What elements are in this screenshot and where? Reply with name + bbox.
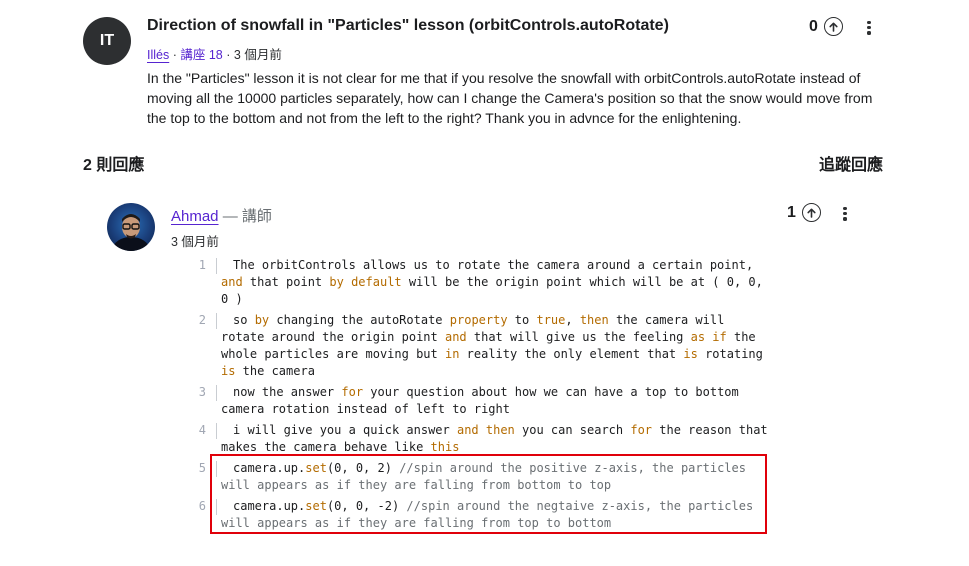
question-time: 3 個月前 <box>233 48 282 62</box>
reply-author-line: Ahmad — 講師 <box>171 205 272 226</box>
line-gutter-divider <box>216 385 217 401</box>
code-token: now the answer <box>233 385 342 399</box>
question-body: In the "Particles" lesson it is not clea… <box>147 70 873 126</box>
code-token: reality the only element that <box>459 347 684 361</box>
code-keyword: is <box>683 347 698 361</box>
code-keyword: and then <box>456 423 515 437</box>
code-token: to <box>507 313 537 327</box>
code-token: i will give you a quick answer <box>233 423 457 437</box>
line-gutter-divider <box>216 423 217 439</box>
code-keyword: and <box>221 275 243 289</box>
code-token: rotating <box>697 347 771 361</box>
line-number: 1 <box>198 258 206 272</box>
line-number: 5 <box>198 461 206 475</box>
highlight-box <box>210 454 767 534</box>
code-token: , <box>565 313 580 327</box>
code-keyword: this <box>430 440 460 454</box>
arrow-up-circle-icon[interactable] <box>801 203 821 222</box>
follow-replies-button[interactable]: 追蹤回應 <box>819 151 883 175</box>
code-token: that point <box>242 275 330 289</box>
code-token: The orbitControls allows us to rotate th… <box>233 258 761 272</box>
question-avatar[interactable]: IT <box>83 17 131 65</box>
question-vote: 0 <box>809 17 843 36</box>
code-text: i will give you a quick answer and then … <box>221 422 770 456</box>
meta-separator: · <box>172 48 177 62</box>
code-keyword: true <box>536 313 566 327</box>
code-line: 4 i will give you a quick answer and then… <box>190 422 770 456</box>
replies-count: 2 則回應 <box>83 157 145 174</box>
reply-author-link[interactable]: Ahmad <box>171 208 219 225</box>
reply-avatar[interactable] <box>107 203 155 251</box>
code-keyword: in <box>444 347 460 361</box>
line-gutter-divider <box>216 258 217 274</box>
reply-vote: 1 <box>787 203 821 222</box>
code-line: 2 so by changing the autoRotate property … <box>190 312 770 380</box>
code-line: 1 The orbitControls allows us to rotate t… <box>190 257 770 308</box>
code-token: that will give us the feeling <box>466 330 691 344</box>
reply-time: 3 個月前 <box>171 235 219 249</box>
lecture-link[interactable]: 講座 18 <box>180 48 222 62</box>
question-meta: Illés · 講座 18 · 3 個月前 <box>147 44 282 63</box>
line-number: 6 <box>198 499 206 513</box>
question-vote-count: 0 <box>809 17 818 35</box>
code-keyword: by <box>254 313 270 327</box>
code-keyword: as if <box>690 330 727 344</box>
code-token: you can search <box>514 423 631 437</box>
code-text: The orbitControls allows us to rotate th… <box>221 257 770 308</box>
line-number: 4 <box>198 423 206 437</box>
reply-author-role: — 講師 <box>222 208 272 225</box>
line-number: 3 <box>198 385 206 399</box>
code-token: so <box>233 313 255 327</box>
more-vertical-icon[interactable] <box>867 21 871 35</box>
code-keyword: is <box>221 364 236 378</box>
meta-separator: · <box>226 48 231 62</box>
line-number: 2 <box>198 313 206 327</box>
code-token: changing the autoRotate <box>269 313 450 327</box>
code-keyword: by default <box>329 275 402 289</box>
code-token: the camera <box>235 364 315 378</box>
code-keyword: for <box>341 385 364 399</box>
question-author-link[interactable]: Illés <box>147 48 169 62</box>
code-keyword: for <box>630 423 653 437</box>
more-vertical-icon[interactable] <box>843 207 847 221</box>
reply-vote-count: 1 <box>787 203 796 221</box>
code-text: so by changing the autoRotate property t… <box>221 312 770 380</box>
arrow-up-circle-icon[interactable] <box>823 17 843 36</box>
line-gutter-divider <box>216 313 217 329</box>
code-text: now the answer for your question about h… <box>221 384 770 418</box>
code-line: 3 now the answer for your question about … <box>190 384 770 418</box>
avatar-photo <box>113 214 149 251</box>
question-title[interactable]: Direction of snowfall in "Particles" les… <box>147 17 669 35</box>
code-keyword: and <box>444 330 467 344</box>
code-keyword: property <box>449 313 508 327</box>
code-keyword: then <box>579 313 609 327</box>
